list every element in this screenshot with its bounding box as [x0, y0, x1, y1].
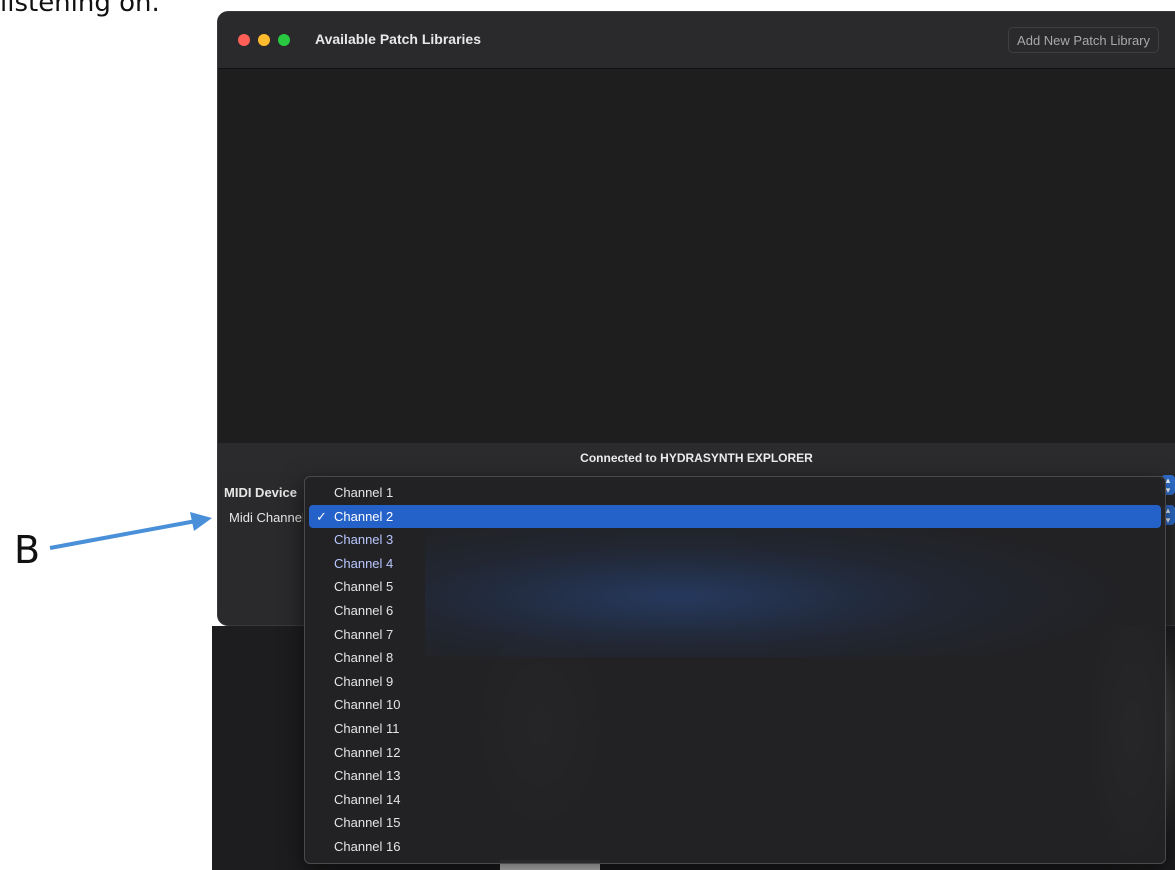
- status-bar: Connected to HYDRASYNTH EXPLORER: [218, 443, 1175, 473]
- dropdown-item[interactable]: Channel 10: [309, 693, 1161, 717]
- midi-channel-dropdown[interactable]: Channel 1 ✓ Channel 2 Channel 3 Channel 4 Cha…: [304, 476, 1166, 864]
- dropdown-item[interactable]: Channel 7: [309, 623, 1161, 647]
- dropdown-item-label: Channel 14: [334, 791, 401, 807]
- dropdown-item-label: Channel 11: [334, 720, 400, 736]
- dropdown-item-label: Channel 15: [334, 815, 401, 831]
- midi-device-label: MIDI Device: [224, 485, 297, 500]
- dropdown-item-label: Channel 10: [334, 697, 401, 713]
- dropdown-list: Channel 1 ✓ Channel 2 Channel 3 Channel 4 Cha…: [305, 481, 1165, 859]
- dropdown-item-label: Channel 8: [334, 650, 394, 666]
- dropdown-item[interactable]: Channel 5: [309, 575, 1161, 599]
- dropdown-item-label: Channel 7: [334, 626, 394, 642]
- dropdown-item-label: Channel 6: [334, 602, 394, 618]
- callout-letter: B: [14, 528, 41, 572]
- dropdown-item[interactable]: Channel 11: [309, 717, 1161, 741]
- dropdown-item[interactable]: Channel 9: [309, 670, 1161, 694]
- title-bar: Available Patch Libraries Add New Patch …: [218, 12, 1175, 69]
- dropdown-item[interactable]: Channel 4: [309, 552, 1161, 576]
- dropdown-item[interactable]: Channel 13: [309, 764, 1161, 788]
- dropdown-item-label: Channel 16: [334, 838, 401, 854]
- minimize-icon[interactable]: [258, 34, 270, 46]
- dropdown-item[interactable]: Channel 12: [309, 741, 1161, 765]
- dropdown-item-label: Channel 3: [334, 532, 394, 548]
- dropdown-item-label: Channel 9: [334, 673, 394, 689]
- dropdown-item-label: Channel 2: [334, 508, 394, 524]
- dropdown-item-label: Channel 1: [334, 485, 394, 500]
- dropdown-item[interactable]: ✓ Channel 2: [309, 504, 1161, 529]
- dropdown-item-label: Channel 13: [334, 768, 401, 784]
- dropdown-item-label: Channel 4: [334, 555, 394, 571]
- checkmark-icon: ✓: [316, 508, 327, 524]
- midi-channel-label: Midi Channel: [229, 510, 303, 525]
- connection-status: Connected to HYDRASYNTH EXPLORER: [580, 451, 813, 465]
- add-new-patch-library-button[interactable]: Add New Patch Library: [1008, 27, 1159, 53]
- dropdown-item[interactable]: Channel 16: [309, 835, 1161, 859]
- dropdown-item[interactable]: Channel 8: [309, 646, 1161, 670]
- dropdown-item[interactable]: Channel 1: [309, 481, 1161, 505]
- dropdown-item[interactable]: Channel 15: [309, 811, 1161, 835]
- dropdown-item-label: Channel 5: [334, 579, 394, 595]
- patch-library-list[interactable]: [218, 69, 1175, 443]
- dropdown-item[interactable]: Channel 14: [309, 788, 1161, 812]
- zoom-icon[interactable]: [278, 34, 290, 46]
- close-icon[interactable]: [238, 34, 250, 46]
- dropdown-item[interactable]: Channel 3: [309, 528, 1161, 552]
- document-text: listening on.: [0, 0, 160, 18]
- window-title: Available Patch Libraries: [315, 31, 481, 47]
- dropdown-item-label: Channel 12: [334, 744, 401, 760]
- dropdown-item[interactable]: Channel 6: [309, 599, 1161, 623]
